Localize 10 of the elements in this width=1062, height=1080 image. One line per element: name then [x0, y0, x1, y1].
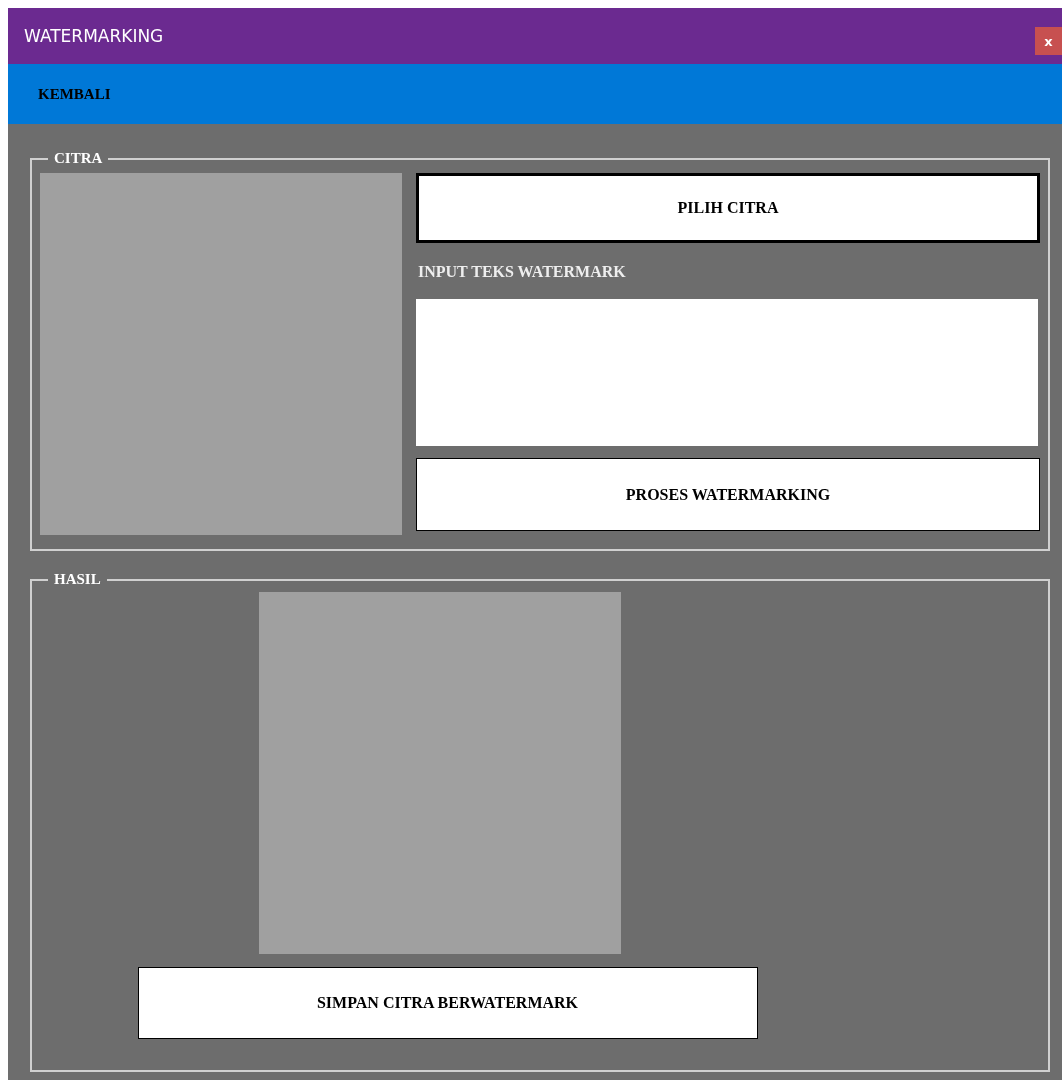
window-title: WATERMARKING	[24, 26, 164, 46]
choose-image-button[interactable]: PILIH CITRA	[416, 173, 1040, 243]
text-input-field[interactable]	[416, 299, 1038, 446]
input-label: INPUT TEKS WATERMARK	[418, 263, 627, 282]
group-title: CITRA	[53, 150, 104, 167]
process-button[interactable]: PROSES WATERMARKING	[416, 458, 1040, 531]
group-title: HASIL	[53, 571, 102, 588]
close-button[interactable]: x	[1035, 27, 1062, 55]
menu-item[interactable]: KEMBALI	[30, 81, 119, 107]
save-button[interactable]: SIMPAN CITRA BERWATERMARK	[137, 967, 758, 1039]
